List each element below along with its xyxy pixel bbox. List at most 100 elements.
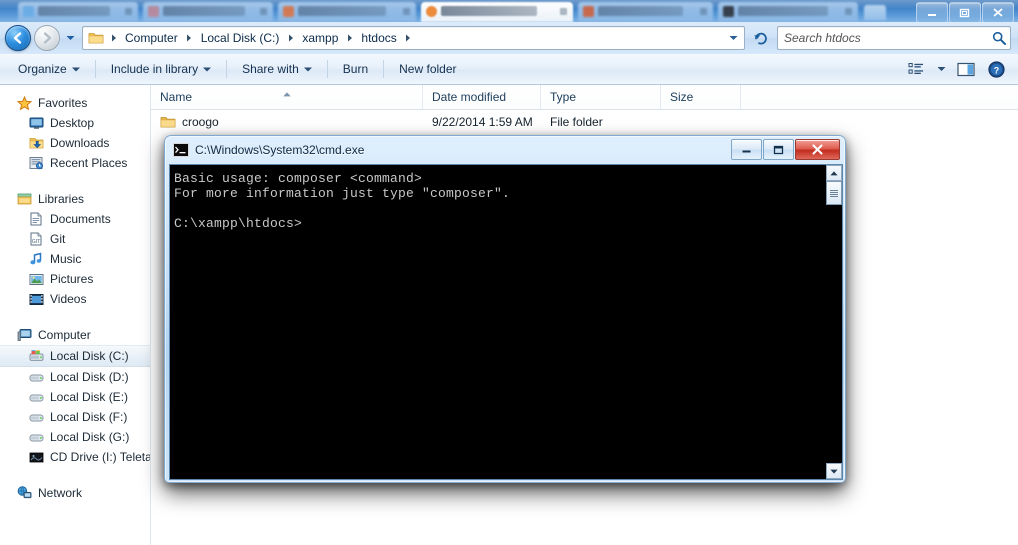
sidebar-item-local-disk-f[interactable]: Local Disk (F:)	[0, 407, 150, 427]
toolbar-right-group: ?	[902, 57, 1018, 81]
back-button[interactable]	[5, 25, 31, 51]
cmd-title-bar[interactable]: C:\Windows\System32\cmd.exe	[165, 136, 845, 164]
sidebar-label: Downloads	[50, 136, 110, 150]
share-with-button[interactable]: Share with	[232, 57, 322, 81]
screen: Computer Local Disk (C:) xampp htdocs Se…	[0, 0, 1018, 545]
sidebar-header-network[interactable]: Network	[0, 483, 150, 503]
sidebar-header-computer[interactable]: Computer	[0, 325, 150, 345]
breadcrumb-item-computer[interactable]: Computer	[120, 29, 183, 47]
breadcrumb[interactable]: Computer Local Disk (C:) xampp htdocs	[82, 26, 745, 50]
breadcrumb-separator[interactable]	[183, 34, 196, 42]
sidebar-label: Documents	[50, 212, 111, 226]
file-date: 9/22/2014 1:59 AM	[432, 115, 533, 129]
breadcrumb-separator[interactable]	[402, 34, 415, 42]
sidebar-item-documents[interactable]: Documents	[0, 209, 150, 229]
include-in-library-button[interactable]: Include in library	[101, 57, 221, 81]
search-box[interactable]	[777, 26, 1011, 50]
system-drive-icon	[28, 348, 44, 364]
sidebar-label: Local Disk (F:)	[50, 410, 128, 424]
breadcrumb-item-local-disk-c[interactable]: Local Disk (C:)	[196, 29, 285, 47]
refresh-icon[interactable]	[749, 26, 773, 50]
sidebar-label: Git	[50, 232, 66, 246]
sidebar-item-desktop[interactable]: Desktop	[0, 113, 150, 133]
browser-tab[interactable]	[143, 2, 273, 22]
breadcrumb-separator[interactable]	[284, 34, 297, 42]
minimize-button[interactable]	[916, 2, 948, 22]
cmd-maximize-button[interactable]	[763, 139, 794, 160]
chevron-down-icon[interactable]	[724, 35, 742, 41]
sidebar-item-local-disk-d[interactable]: Local Disk (D:)	[0, 367, 150, 387]
table-row[interactable]: croogo 9/22/2014 1:59 AM File folder	[151, 110, 1018, 134]
tab-close-icon[interactable]	[260, 8, 267, 15]
sidebar-item-cd-drive-i[interactable]: CD Drive (I:) Teletalk	[0, 447, 150, 467]
organize-button[interactable]: Organize	[8, 57, 90, 81]
sidebar-item-downloads[interactable]: Downloads	[0, 133, 150, 153]
cmd-scrollbar[interactable]	[824, 165, 842, 479]
tab-close-icon[interactable]	[403, 8, 410, 15]
preview-pane-icon[interactable]	[952, 57, 980, 81]
sidebar-group-network: Network	[0, 483, 150, 503]
sidebar-header-favorites[interactable]: Favorites	[0, 93, 150, 113]
restore-button[interactable]	[949, 2, 981, 22]
browser-tab[interactable]	[718, 2, 858, 22]
cmd-console-area[interactable]: Basic usage: composer <command> For more…	[169, 164, 843, 480]
sidebar-item-git[interactable]: GIT Git	[0, 229, 150, 249]
column-header-filler	[741, 85, 1018, 109]
breadcrumb-separator[interactable]	[343, 34, 356, 42]
sidebar-item-local-disk-e[interactable]: Local Disk (E:)	[0, 387, 150, 407]
column-header-date-modified[interactable]: Date modified	[423, 85, 541, 109]
breadcrumb-separator[interactable]	[107, 34, 120, 42]
videos-icon	[28, 291, 44, 307]
burn-button[interactable]: Burn	[333, 57, 378, 81]
sidebar-label: Favorites	[38, 96, 88, 110]
search-input[interactable]	[778, 31, 988, 45]
scroll-down-arrow[interactable]	[825, 463, 842, 479]
browser-tab[interactable]	[278, 2, 416, 22]
help-icon[interactable]: ?	[982, 57, 1010, 81]
scroll-thumb[interactable]	[825, 181, 842, 205]
drive-icon	[28, 369, 44, 385]
navigation-pane: Favorites Desktop Downloads Recent Place…	[0, 85, 151, 545]
close-button[interactable]	[982, 2, 1014, 22]
sidebar-label: Computer	[38, 328, 91, 342]
column-header-name[interactable]: Name	[151, 85, 423, 109]
column-header-size[interactable]: Size	[661, 85, 741, 109]
new-folder-button[interactable]: New folder	[389, 57, 466, 81]
view-options-icon[interactable]	[902, 57, 930, 81]
recent-pages-dropdown-icon[interactable]	[64, 35, 76, 41]
tab-close-icon[interactable]	[845, 8, 852, 15]
browser-tab[interactable]	[578, 2, 713, 22]
forward-button[interactable]	[34, 25, 60, 51]
cmd-window[interactable]: C:\Windows\System32\cmd.exe Basic usage:…	[164, 135, 846, 483]
sidebar-item-recent-places[interactable]: Recent Places	[0, 153, 150, 173]
breadcrumb-item-htdocs[interactable]: htdocs	[356, 29, 401, 47]
browser-tab-active[interactable]	[421, 2, 573, 22]
cmd-scroll-track[interactable]	[825, 181, 842, 463]
sidebar-header-libraries[interactable]: Libraries	[0, 189, 150, 209]
include-in-library-label: Include in library	[110, 62, 199, 76]
git-icon: GIT	[28, 231, 44, 247]
new-tab-button[interactable]	[864, 5, 886, 20]
svg-text:GIT: GIT	[32, 239, 40, 245]
search-icon[interactable]	[988, 31, 1010, 45]
view-options-dropdown-icon[interactable]	[932, 57, 950, 81]
sidebar-item-local-disk-g[interactable]: Local Disk (G:)	[0, 427, 150, 447]
sidebar-item-music[interactable]: Music	[0, 249, 150, 269]
breadcrumb-item-xampp[interactable]: xampp	[297, 29, 343, 47]
sidebar-item-videos[interactable]: Videos	[0, 289, 150, 309]
sidebar-item-local-disk-c[interactable]: Local Disk (C:)	[0, 345, 150, 367]
scroll-up-arrow[interactable]	[825, 165, 842, 181]
tab-favicon	[583, 6, 594, 17]
cmd-close-button[interactable]	[795, 139, 840, 160]
browser-tab[interactable]	[18, 2, 138, 22]
cmd-minimize-button[interactable]	[731, 139, 762, 160]
cell-date-modified: 9/22/2014 1:59 AM	[423, 115, 541, 129]
tab-close-icon[interactable]	[125, 8, 132, 15]
column-label: Date modified	[432, 90, 507, 104]
tab-close-icon[interactable]	[700, 8, 707, 15]
sidebar-item-pictures[interactable]: Pictures	[0, 269, 150, 289]
column-header-type[interactable]: Type	[541, 85, 661, 109]
tab-title	[298, 6, 386, 16]
tab-close-icon[interactable]	[560, 8, 567, 15]
